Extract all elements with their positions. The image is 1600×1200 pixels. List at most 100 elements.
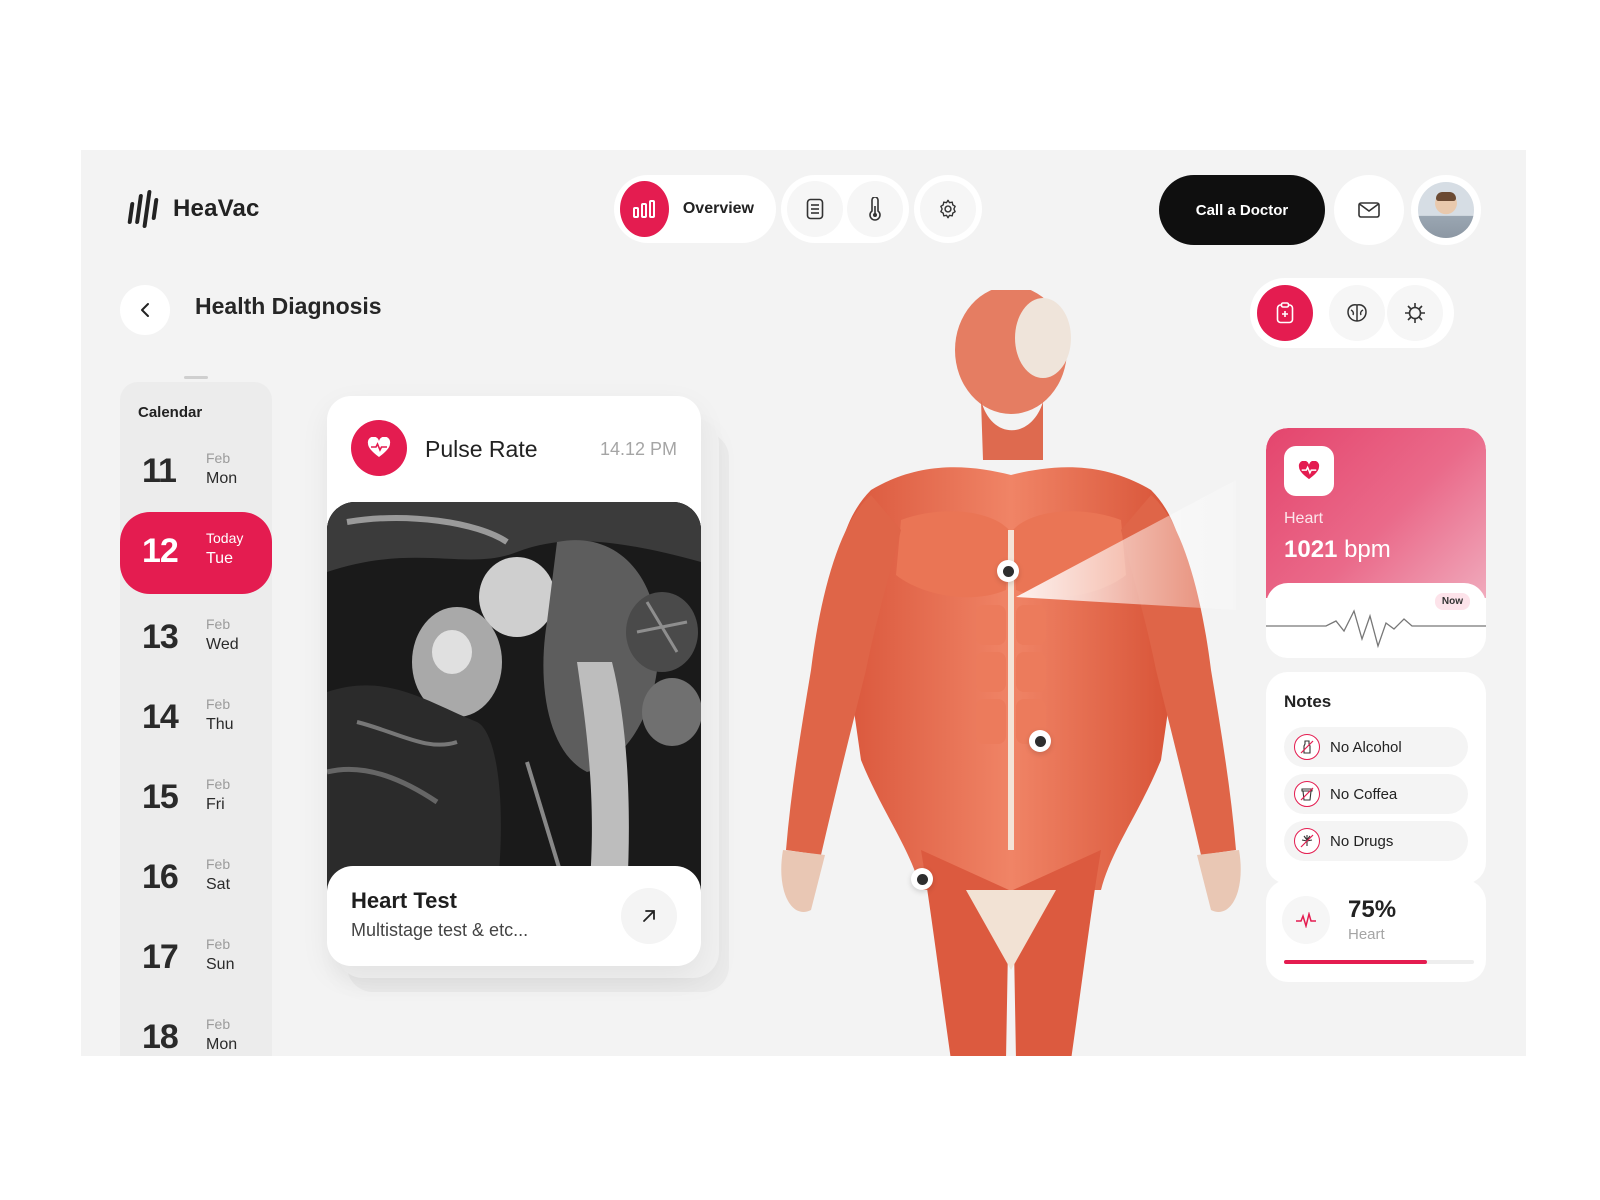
- body-marker-leg[interactable]: [911, 868, 933, 890]
- calendar-day-selected[interactable]: 12 Today Tue: [120, 512, 272, 594]
- mail-icon: [1358, 202, 1380, 218]
- day-number: 16: [142, 858, 179, 896]
- pulse-rate-time: 14.12 PM: [599, 439, 677, 459]
- report-icon: [806, 198, 824, 220]
- avatar: [1418, 182, 1474, 238]
- diagnosis-mode-tabs: [1250, 278, 1454, 348]
- bar-chart-icon: [620, 181, 669, 237]
- day-number: 18: [142, 1018, 179, 1056]
- day-number: 13: [142, 618, 179, 656]
- calendar-drag-handle[interactable]: [184, 376, 208, 379]
- heart-rate-header: Heart 1021 bpm: [1266, 428, 1486, 598]
- day-month: Feb: [206, 616, 231, 632]
- logo-icon: [127, 190, 159, 228]
- body-marker-abdomen[interactable]: [1029, 730, 1051, 752]
- note-item[interactable]: No Alcohol: [1284, 727, 1468, 767]
- nav-overview-label: Overview: [682, 200, 754, 217]
- profile-button[interactable]: [1411, 175, 1481, 245]
- heart-health-progress-fill: [1284, 960, 1427, 964]
- chevron-left-icon: [141, 303, 149, 317]
- day-weekday: Thu: [206, 716, 234, 733]
- day-weekday: Mon: [206, 470, 238, 487]
- heart-health-card[interactable]: 75% Heart: [1266, 880, 1486, 982]
- heart-health-percent: 75%: [1348, 896, 1397, 923]
- thermometer-button[interactable]: [847, 181, 903, 237]
- day-weekday: Mon: [206, 1036, 238, 1053]
- pulse-icon: [1282, 896, 1330, 944]
- tab-clipboard[interactable]: [1257, 285, 1313, 341]
- day-number: 11: [142, 452, 177, 490]
- pulse-rate-label: Pulse Rate: [425, 436, 538, 462]
- day-number: 17: [142, 938, 179, 976]
- heart-icon: [1284, 446, 1334, 496]
- note-label: No Coffea: [1330, 785, 1398, 803]
- calendar-day[interactable]: 13 Feb Wed: [120, 598, 272, 680]
- open-heart-test-button[interactable]: [621, 888, 677, 944]
- thermometer-icon: [869, 197, 881, 221]
- heart-health-progress: [1284, 960, 1474, 964]
- note-label: No Drugs: [1330, 832, 1394, 850]
- heart-rate-number: 1021: [1284, 536, 1338, 563]
- pulse-rate-card[interactable]: Pulse Rate 14.12 PM Heart Test Multistag…: [327, 396, 701, 966]
- heart-rate-unit: bpm: [1344, 536, 1391, 563]
- arrow-up-right-icon: [643, 910, 655, 922]
- app-window: HeaVac Overview Call a Doctor Health Dia…: [81, 150, 1526, 1056]
- heart-health-label: Heart: [1348, 926, 1385, 943]
- day-month: Feb: [206, 1016, 231, 1032]
- day-number: 14: [142, 698, 179, 736]
- cannabis-icon: [1294, 828, 1320, 854]
- day-month: Feb: [206, 776, 231, 792]
- notes-title: Notes: [1284, 692, 1332, 711]
- alcohol-icon: [1294, 734, 1320, 760]
- day-month: Today: [206, 530, 244, 546]
- day-month: Feb: [206, 450, 231, 466]
- calendar-day[interactable]: 11 Feb Mon: [120, 432, 272, 514]
- heart-test-title: Heart Test: [351, 888, 457, 913]
- day-number: 12: [142, 532, 179, 570]
- heartbeat-icon: [351, 420, 407, 476]
- calendar-day[interactable]: 18 Feb Mon: [120, 998, 272, 1056]
- mri-scan-image: [327, 502, 701, 894]
- page-title: Health Diagnosis: [195, 293, 382, 319]
- day-month: Feb: [206, 936, 231, 952]
- day-weekday: Sat: [206, 876, 231, 893]
- coffee-icon: [1294, 781, 1320, 807]
- day-month: Feb: [206, 856, 231, 872]
- calendar-panel: Calendar 11 Feb Mon 12 Today Tue 13 Feb …: [120, 376, 272, 1056]
- ecg-panel: Now: [1266, 583, 1486, 658]
- call-doctor-button[interactable]: Call a Doctor: [1159, 175, 1325, 245]
- back-button[interactable]: [120, 285, 170, 335]
- clipboard-icon: [1276, 302, 1294, 324]
- calendar-day[interactable]: 15 Feb Fri: [120, 758, 272, 840]
- anatomy-figure: [781, 286, 1241, 1056]
- day-number: 15: [142, 778, 179, 816]
- notes-card: Notes No Alcohol No Coffea No Drugs: [1266, 672, 1486, 884]
- note-item[interactable]: No Coffea: [1284, 774, 1468, 814]
- virus-icon: [1405, 303, 1425, 323]
- tab-virus[interactable]: [1387, 285, 1443, 341]
- mail-button[interactable]: [1334, 175, 1404, 245]
- ecg-line: [1266, 609, 1486, 649]
- logo[interactable]: HeaVac: [127, 190, 260, 228]
- nav-settings[interactable]: [914, 175, 982, 243]
- heart-rate-value: 1021 bpm: [1284, 536, 1391, 564]
- nav-overview[interactable]: Overview: [614, 175, 776, 243]
- nav-group-tools: [781, 175, 909, 243]
- calendar-title: Calendar: [138, 404, 203, 421]
- heart-test-panel[interactable]: Heart Test Multistage test & etc...: [327, 866, 701, 966]
- calendar-day[interactable]: 17 Feb Sun: [120, 918, 272, 1000]
- day-weekday: Fri: [206, 796, 225, 813]
- tab-brain[interactable]: [1329, 285, 1385, 341]
- heart-label: Heart: [1284, 510, 1324, 527]
- day-weekday: Tue: [206, 550, 233, 567]
- calendar-day[interactable]: 16 Feb Sat: [120, 838, 272, 920]
- calendar-day[interactable]: 14 Feb Thu: [120, 678, 272, 760]
- heart-test-subtitle: Multistage test & etc...: [351, 920, 529, 940]
- note-item[interactable]: No Drugs: [1284, 821, 1468, 861]
- heart-rate-card[interactable]: Heart 1021 bpm Now: [1266, 428, 1486, 658]
- brand-name: HeaVac: [173, 195, 260, 222]
- body-marker-heart[interactable]: [997, 560, 1019, 582]
- report-button[interactable]: [787, 181, 843, 237]
- day-weekday: Wed: [206, 636, 239, 653]
- note-label: No Alcohol: [1330, 738, 1402, 756]
